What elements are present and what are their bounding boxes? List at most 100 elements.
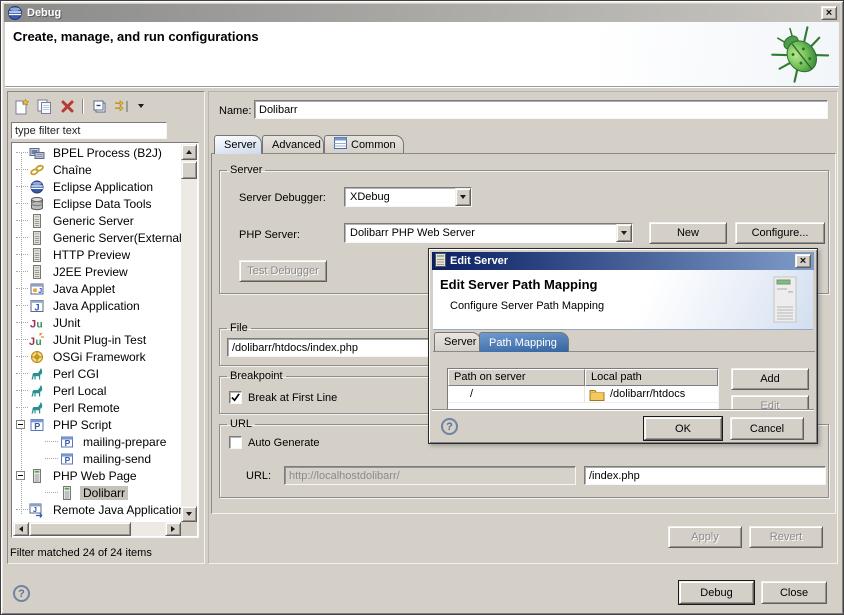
tree-indent xyxy=(13,212,29,229)
dropdown-arrow-icon[interactable] xyxy=(616,224,632,242)
collapse-toggle-icon[interactable] xyxy=(16,471,25,480)
tree-item-remote-java-application[interactable]: JRemote Java Application xyxy=(13,501,182,518)
edit-server-tab-path-mapping[interactable]: Path Mapping xyxy=(479,332,569,352)
debug-button[interactable]: Debug xyxy=(679,581,754,604)
java-icon: J xyxy=(29,298,45,314)
ok-button[interactable]: OK xyxy=(644,417,722,440)
edit-mapping-button[interactable]: Edit xyxy=(731,395,809,409)
tree-item-junit[interactable]: JuJUnit xyxy=(13,314,182,331)
server-mini-icon xyxy=(435,253,446,270)
tree-item-label: Perl CGI xyxy=(50,367,102,381)
scroll-down-icon[interactable] xyxy=(181,506,197,522)
php-server-select[interactable]: Dolibarr PHP Web Server xyxy=(344,223,633,243)
server-icon xyxy=(29,230,45,246)
dropdown-arrow-icon[interactable] xyxy=(455,188,471,206)
apply-button[interactable]: Apply xyxy=(668,526,742,548)
tree-horizontal-scrollbar[interactable] xyxy=(13,522,181,536)
column-path-on-server[interactable]: Path on server xyxy=(448,369,585,386)
break-at-first-line-checkbox[interactable] xyxy=(229,391,242,404)
tree-item-perl-remote[interactable]: Perl Remote xyxy=(13,399,182,416)
horizontal-scroll-thumb[interactable] xyxy=(29,522,131,536)
perl-icon xyxy=(29,383,45,399)
tree-item-generic-server-external-la[interactable]: Generic Server(External La xyxy=(13,229,182,246)
view-menu-button[interactable] xyxy=(135,97,147,115)
tree-item-junit-plug-in-test[interactable]: JuJUnit Plug-in Test xyxy=(13,331,182,348)
url-path-input[interactable] xyxy=(584,466,826,485)
tree-item-eclipse-application[interactable]: Eclipse Application xyxy=(13,178,182,195)
tree-item-label: Perl Local xyxy=(50,384,109,398)
new-config-button[interactable] xyxy=(11,97,31,115)
vertical-scroll-thumb[interactable] xyxy=(181,161,197,179)
dialog-help-button[interactable]: ? xyxy=(441,418,458,435)
php-icon: P xyxy=(29,417,45,433)
filter-launch-configs-button[interactable] xyxy=(112,97,132,115)
tree-item-php-script[interactable]: PPHP Script xyxy=(13,416,182,433)
tree-item-j2ee-preview[interactable]: J2EE Preview xyxy=(13,263,182,280)
php-server-label: PHP Server: xyxy=(239,229,300,241)
cancel-button[interactable]: Cancel xyxy=(730,417,804,440)
scroll-right-icon[interactable] xyxy=(165,522,181,536)
perl-icon xyxy=(29,400,45,416)
auto-generate-checkbox[interactable] xyxy=(229,436,242,449)
svg-text:J: J xyxy=(38,288,42,295)
tree-item-eclipse-data-tools[interactable]: Eclipse Data Tools xyxy=(13,195,182,212)
path-mapping-row[interactable]: //dolibarr/htdocs xyxy=(448,386,718,403)
tree-item-http-preview[interactable]: HTTP Preview xyxy=(13,246,182,263)
delete-config-button[interactable] xyxy=(57,97,77,115)
tab-server-label: Server xyxy=(224,139,256,151)
tab-advanced[interactable]: Advanced xyxy=(262,135,324,153)
tree-item-label: JUnit xyxy=(50,316,83,330)
svg-text:P: P xyxy=(65,455,71,465)
tree-item-java-application[interactable]: JJava Application xyxy=(13,297,182,314)
tree-indent xyxy=(13,365,29,382)
tree-item-generic-server[interactable]: Generic Server xyxy=(13,212,182,229)
help-button[interactable]: ? xyxy=(13,585,30,602)
php-file-icon: P xyxy=(59,434,75,450)
server-debugger-select[interactable]: XDebug xyxy=(344,187,472,207)
new-server-button[interactable]: New xyxy=(649,222,727,244)
test-debugger-button[interactable]: Test Debugger xyxy=(239,260,327,282)
tree-vertical-scrollbar[interactable] xyxy=(181,144,197,522)
tree-item-label: JUnit Plug-in Test xyxy=(50,333,149,347)
tree-item-perl-local[interactable]: Perl Local xyxy=(13,382,182,399)
base-url-input[interactable] xyxy=(284,466,576,485)
name-input[interactable] xyxy=(254,100,828,119)
tree-indent xyxy=(13,297,29,314)
tree-item-osgi-framework[interactable]: OSGi Framework xyxy=(13,348,182,365)
column-local-path[interactable]: Local path xyxy=(585,369,718,386)
collapse-toggle-icon[interactable] xyxy=(16,420,25,429)
tree-indent xyxy=(13,314,29,331)
tree-item-dolibarr[interactable]: Dolibarr xyxy=(13,484,182,501)
database-icon xyxy=(29,196,45,212)
window-close-button[interactable]: × xyxy=(821,6,837,20)
revert-button[interactable]: Revert xyxy=(749,526,823,548)
tree-item-perl-cgi[interactable]: Perl CGI xyxy=(13,365,182,382)
scroll-up-icon[interactable] xyxy=(181,144,197,160)
edit-server-titlebar[interactable]: Edit Server × xyxy=(432,252,814,270)
edit-server-close-button[interactable]: × xyxy=(795,254,811,268)
add-mapping-button[interactable]: Add xyxy=(731,368,809,390)
tree-item-label: HTTP Preview xyxy=(50,248,133,262)
server-debugger-value: XDebug xyxy=(345,191,455,203)
tree-item-cha-ne[interactable]: Chaîne xyxy=(13,161,182,178)
tree-item-label: BPEL Process (B2J) xyxy=(50,146,165,160)
tree-item-bpel-process-b2j-[interactable]: BPEL Process (B2J) xyxy=(13,144,182,161)
tab-common[interactable]: Common xyxy=(324,135,404,153)
edit-server-tab-server[interactable]: Server xyxy=(434,332,481,351)
svg-text:J: J xyxy=(30,318,36,330)
duplicate-config-button[interactable] xyxy=(34,97,54,115)
tree-view[interactable]: BPEL Process (B2J)ChaîneEclipse Applicat… xyxy=(13,144,182,522)
tree-item-mailing-send[interactable]: Pmailing-send xyxy=(13,450,182,467)
configure-server-button[interactable]: Configure... xyxy=(735,222,825,244)
breakpoint-group-legend: Breakpoint xyxy=(227,370,286,382)
tree-item-php-web-page[interactable]: PHP Web Page xyxy=(13,467,182,484)
tab-server[interactable]: Server xyxy=(214,135,262,154)
tree-item-mailing-prepare[interactable]: Pmailing-prepare xyxy=(13,433,182,450)
titlebar[interactable]: Debug × xyxy=(4,4,840,22)
close-button[interactable]: Close xyxy=(761,581,827,604)
window-title: Debug xyxy=(27,7,61,19)
collapse-all-button[interactable] xyxy=(89,97,109,115)
scroll-left-icon[interactable] xyxy=(13,522,29,536)
tree-item-java-applet[interactable]: JJava Applet xyxy=(13,280,182,297)
filter-input[interactable] xyxy=(11,122,167,139)
